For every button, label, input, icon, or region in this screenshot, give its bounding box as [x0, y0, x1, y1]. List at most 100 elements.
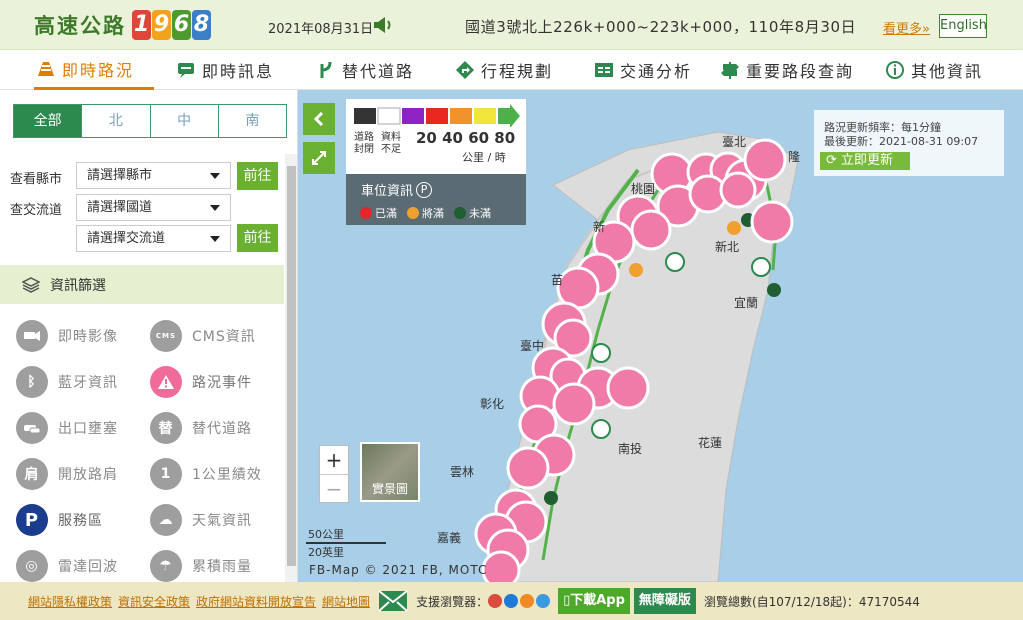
county-label: 查看縣市 — [10, 172, 63, 187]
speed-color-scale — [354, 104, 520, 127]
place-label: 彰化 — [480, 397, 505, 411]
tab-south[interactable]: 南 — [219, 105, 286, 137]
filter-title: 資訊篩選 — [50, 277, 106, 294]
nav-messages[interactable]: 即時訊息 — [176, 50, 274, 90]
county-select[interactable]: 請選擇縣市 — [76, 162, 231, 189]
interchange-go-button[interactable]: 前往 — [237, 224, 278, 252]
fullscreen-button[interactable] — [303, 142, 335, 174]
filter-cctv[interactable]: 即時影像 — [16, 319, 118, 353]
open-data-link[interactable]: 政府網站資料開放宣告 — [196, 593, 316, 610]
region-tabs: 全部 北 中 南 — [13, 104, 287, 138]
satellite-toggle[interactable]: 實景圖 — [360, 442, 420, 502]
analysis-icon — [595, 63, 613, 77]
collapse-sidebar-button[interactable] — [303, 103, 335, 135]
filter-shoulder[interactable]: 肩 開放路肩 — [16, 457, 118, 491]
nav-label: 交通分析 — [620, 62, 693, 81]
camera-icon — [16, 320, 48, 352]
chat-icon — [178, 63, 194, 78]
parking-available-label: 未滿 — [469, 207, 491, 220]
filter-label: 1公里績效 — [192, 467, 262, 483]
full-dot — [360, 207, 372, 219]
chrome-icon — [488, 594, 503, 608]
county-go-button[interactable]: 前往 — [237, 162, 278, 190]
sidebar-scrollbar[interactable] — [285, 154, 297, 582]
site-logo[interactable]: 高速公路 1 9 6 8 — [34, 10, 212, 40]
place-label: 臺北 — [722, 135, 747, 149]
road-select[interactable]: 請選擇國道 — [76, 194, 231, 221]
radar-icon: ◎ — [16, 550, 48, 582]
filter-cms[interactable]: CMS CMS資訊 — [150, 319, 256, 353]
zoom-out-button[interactable]: − — [320, 474, 348, 502]
nav-alternate[interactable]: 替代道路 — [316, 50, 414, 90]
visitor-count: 瀏覽總數(自107/12/18起)：47170544 — [703, 594, 920, 609]
filter-exit-congestion[interactable]: 出口壅塞 — [16, 411, 118, 445]
interchange-select[interactable]: 請選擇交流道 — [76, 225, 231, 252]
zoom-in-button[interactable]: + — [320, 446, 348, 474]
refresh-now-button[interactable]: ⟳ 立即更新 — [820, 152, 910, 170]
filter-rainfall[interactable]: ☂ 累積雨量 — [150, 549, 252, 582]
filter-1km-performance[interactable]: 1 1公里績效 — [150, 457, 262, 491]
nav-label: 其他資訊 — [911, 62, 984, 81]
place-label: 隆 — [788, 150, 801, 164]
logo-text: 高速公路 — [34, 14, 126, 38]
top-bar: 高速公路 1 9 6 8 2021年08月31日 國道3號北上226k+000~… — [0, 0, 1023, 50]
place-label: 臺中 — [520, 339, 545, 353]
filter-label: 雷達回波 — [58, 559, 118, 575]
news-ticker[interactable]: 國道3號北上226k+000~223k+000，110年8月30日 — [465, 16, 856, 37]
parking-icon: P — [16, 504, 48, 536]
place-label: 雲林 — [450, 465, 475, 479]
last-update: 最後更新：2021-08-31 09:07 — [824, 135, 979, 148]
chevron-down-icon — [210, 205, 220, 211]
alternate-road-icon: 替 — [150, 412, 182, 444]
filter-radar[interactable]: ◎ 雷達回波 — [16, 549, 118, 582]
legend-no-data: 資料 不足 — [381, 132, 401, 155]
logo-digit: 1 — [132, 10, 151, 40]
filter-service-area[interactable]: P 服務區 — [16, 503, 103, 537]
filter-label: 替代道路 — [192, 421, 252, 437]
nav-other-info[interactable]: 其他資訊 — [885, 50, 983, 90]
mail-icon[interactable] — [378, 590, 408, 612]
english-button[interactable]: English — [939, 14, 987, 38]
nav-important-roads[interactable]: 重要路段查詢 — [720, 50, 854, 90]
route-icon — [320, 61, 332, 78]
map-view[interactable]: 臺北 隆 桃園 新北 宜蘭 新 苗 臺中 彰化 南投 花蓮 雲林 嘉義 道路 封… — [298, 90, 1023, 582]
more-link[interactable]: 看更多» — [883, 18, 930, 37]
security-link[interactable]: 資訊安全政策 — [118, 593, 190, 610]
nav-analysis[interactable]: 交通分析 — [594, 50, 692, 90]
place-label: 桃園 — [631, 182, 656, 196]
filter-bluetooth[interactable]: ᛒ 藍牙資訊 — [16, 365, 118, 399]
refresh-label: 立即更新 — [841, 153, 894, 168]
place-label: 嘉義 — [437, 531, 462, 545]
filter-header[interactable]: 資訊篩選 — [0, 265, 284, 304]
privacy-link[interactable]: 網站隱私權政策 — [28, 593, 112, 610]
satellite-label: 實景圖 — [371, 482, 408, 496]
main-nav: 即時路況 即時訊息 替代道路 行程規劃 交通分析 重要路段查詢 其他資訊 — [0, 50, 1023, 90]
nav-planner[interactable]: 行程規劃 — [455, 50, 553, 90]
scale-km: 50公里 — [306, 526, 386, 544]
nav-traffic[interactable]: 即時路況 — [34, 50, 154, 90]
current-date: 2021年08月31日 — [268, 22, 374, 37]
nav-label: 即時路況 — [62, 60, 135, 80]
tab-all[interactable]: 全部 — [14, 105, 83, 137]
filter-label: 累積雨量 — [192, 559, 252, 575]
scrollbar-thumb[interactable] — [287, 166, 296, 566]
place-label: 新 — [593, 220, 606, 234]
accessible-version-button[interactable]: 無障礙版 — [633, 588, 696, 614]
interchange-select-value: 請選擇交流道 — [87, 231, 166, 246]
sitemap-link[interactable]: 網站地圖 — [322, 593, 370, 610]
parking-full-label: 已滿 — [375, 207, 397, 220]
filter-alternate-roads[interactable]: 替 替代道路 — [150, 411, 252, 445]
download-app-button[interactable]: ▯下載App — [558, 588, 630, 614]
filter-incidents[interactable]: 路況事件 — [150, 365, 252, 399]
place-label: 新北 — [715, 240, 740, 254]
zoom-control: + − — [319, 445, 349, 503]
nav-label: 即時訊息 — [202, 62, 275, 81]
info-icon — [886, 61, 904, 79]
place-label: 花蓮 — [698, 436, 723, 450]
place-label: 宜蘭 — [734, 296, 759, 310]
chevron-down-icon — [210, 236, 220, 242]
logo-digit: 6 — [172, 10, 191, 40]
filter-weather[interactable]: ☁ 天氣資訊 — [150, 503, 252, 537]
tab-central[interactable]: 中 — [151, 105, 219, 137]
tab-north[interactable]: 北 — [82, 105, 151, 137]
